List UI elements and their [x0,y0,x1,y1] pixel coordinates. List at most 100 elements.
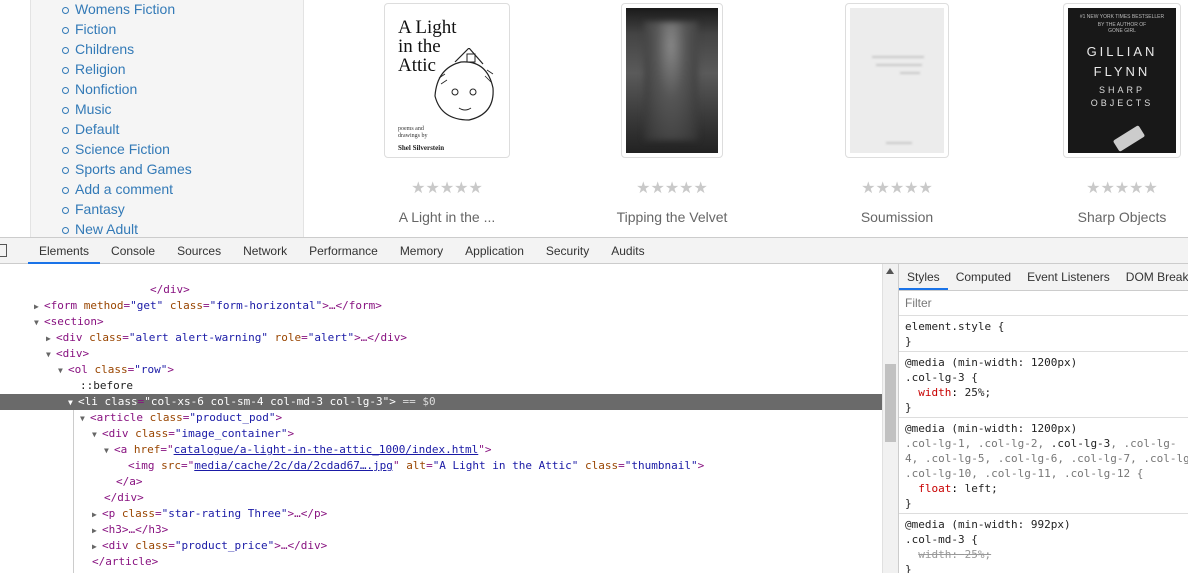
web-page: Womens Fiction Fiction Childrens Religio… [0,0,1188,237]
tab-styles[interactable]: Styles [899,264,948,290]
star-rating: ★★★★★ [636,180,708,197]
book-cover-image: #1 NEW YORK TIMES BESTSELLER BY THE AUTH… [1068,8,1176,153]
tab-application[interactable]: Application [454,238,535,264]
collapse-triangle-icon[interactable]: ▼ [92,427,102,443]
cover-title: OBJECTS [1090,98,1154,108]
styles-pane: Styles Computed Event Listeners DOM Brea… [898,264,1188,573]
styles-filter-input[interactable]: Filter [899,291,1188,316]
elements-dom-tree[interactable]: </div> ▶ <form method="get" class="form-h… [0,264,882,573]
expand-triangle-icon[interactable]: ▶ [34,299,44,315]
blurred-text [900,72,920,74]
category-link[interactable]: Nonfiction [62,79,192,99]
dom-node[interactable]: <img src="media/cache/2c/da/2cdad67….jpg… [128,458,704,474]
cover-tagline: GONE GIRL [1108,28,1136,34]
tab-audits[interactable]: Audits [600,238,655,264]
tab-computed[interactable]: Computed [948,264,1019,290]
expand-triangle-icon[interactable]: ▶ [92,507,102,523]
expand-triangle-icon[interactable]: ▶ [92,539,102,555]
href-link[interactable]: catalogue/a-light-in-the-attic_1000/inde… [174,443,479,456]
cover-tagline: #1 NEW YORK TIMES BESTSELLER [1079,14,1165,20]
tab-performance[interactable]: Performance [298,238,389,264]
dom-pseudo-node[interactable]: ::before [80,378,133,394]
book-title-link[interactable]: Tipping the Velvet [572,209,772,225]
style-rule-element[interactable]: element.style { } [899,316,1188,352]
cover-author: FLYNN [1093,64,1151,79]
collapse-triangle-icon[interactable]: ▼ [68,395,78,411]
category-link[interactable]: Science Fiction [62,139,192,159]
category-link[interactable]: Religion [62,59,192,79]
collapse-triangle-icon[interactable]: ▼ [80,411,90,427]
category-link[interactable]: Fiction [62,19,192,39]
category-link[interactable]: Sports and Games [62,159,192,179]
devtools-tab-bar: Elements Console Sources Network Perform… [0,237,1188,264]
blurred-text [876,64,922,66]
dom-node[interactable]: ▶ <p class="star-rating Three">…</p> [92,506,327,522]
book-card: #1 NEW YORK TIMES BESTSELLER BY THE AUTH… [1022,0,1188,237]
book-cover-image [850,8,944,153]
book-cover-link[interactable] [845,3,949,158]
dom-node[interactable]: ▼ <a href="catalogue/a-light-in-the-attic… [104,442,492,458]
dom-node[interactable]: ▼ <ol class="row"> [58,362,174,378]
indent-guide [73,410,74,573]
dom-node[interactable]: ▶ <div class="product_price">…</div> [92,538,327,554]
dom-node[interactable]: ▼ <div class="image_container"> [92,426,294,442]
category-link[interactable]: Childrens [62,39,192,59]
elements-scrollbar[interactable] [882,264,898,573]
razor-blade-image [1112,125,1146,152]
category-link[interactable]: Fantasy [62,199,192,219]
category-link[interactable]: Womens Fiction [62,0,192,19]
collapse-triangle-icon[interactable]: ▼ [104,443,114,459]
dom-node[interactable]: ▶ <h3>…</h3> [92,522,168,538]
tab-sources[interactable]: Sources [166,238,232,264]
tab-network[interactable]: Network [232,238,298,264]
tab-memory[interactable]: Memory [389,238,454,264]
book-card: A Light in the Attic poems and drawings by … [347,0,547,237]
scrollbar-thumb[interactable] [885,364,896,442]
style-rule-col-lg-float[interactable]: @media (min-width: 1200px) .col-lg-1, .c… [899,418,1188,514]
screen: Womens Fiction Fiction Childrens Religio… [0,0,1188,573]
book-cover-link[interactable]: #1 NEW YORK TIMES BESTSELLER BY THE AUTH… [1063,3,1181,158]
tab-security[interactable]: Security [535,238,600,264]
dom-node[interactable]: </article> [92,554,158,570]
category-link[interactable]: New Adult [62,219,192,237]
collapse-triangle-icon[interactable]: ▼ [58,363,68,379]
book-title-link[interactable]: Soumission [797,209,997,225]
expand-triangle-icon[interactable]: ▶ [46,331,56,347]
dom-node[interactable]: </div> [104,490,144,506]
book-card: ★★★★★ Soumission [797,0,997,237]
collapse-triangle-icon[interactable]: ▼ [46,347,56,363]
book-title-link[interactable]: A Light in the ... [347,209,547,225]
src-link[interactable]: media/cache/2c/da/2cdad67….jpg [194,459,393,472]
collapse-triangle-icon[interactable]: ▼ [34,315,44,331]
star-rating: ★★★★★ [411,180,483,197]
style-rule-col-lg-3[interactable]: @media (min-width: 1200px) .col-lg-3 { w… [899,352,1188,418]
tab-event-listeners[interactable]: Event Listeners [1019,264,1118,290]
dom-node[interactable]: ▼ <section> [34,314,104,330]
scroll-up-arrow-icon[interactable] [886,268,894,274]
dom-node[interactable]: </a> [116,474,143,490]
book-cover-image [626,8,718,153]
dom-node[interactable]: ▼ <article class="product_pod"> [80,410,282,426]
style-rule-col-md-3[interactable]: @media (min-width: 992px) .col-md-3 { wi… [899,514,1188,573]
book-cover-link[interactable] [621,3,723,158]
star-rating: ★★★★★ [1086,180,1158,197]
dom-node[interactable]: ▶ <form method="get" class="form-horizont… [34,298,382,314]
inspect-device-icon[interactable] [0,244,7,257]
tab-dom-breakpoints[interactable]: DOM Breakpoints [1118,264,1188,290]
book-cover-link[interactable]: A Light in the Attic poems and drawings by … [384,3,510,158]
category-link[interactable]: Music [62,99,192,119]
dom-node[interactable]: </div> [150,282,190,298]
tab-console[interactable]: Console [100,238,166,264]
dom-node[interactable]: ▼ <div> [46,346,89,362]
tab-elements[interactable]: Elements [28,238,101,264]
cover-author: GILLIAN [1086,44,1158,59]
book-title-link[interactable]: Sharp Objects [1022,209,1188,225]
devtools-tabs: Elements Console Sources Network Perform… [28,238,656,264]
cover-author: Shel Silverstein [398,144,445,152]
dom-node-selected[interactable]: ▼ <li class="col-xs-6 col-sm-4 col-md-3 c… [0,394,882,410]
dom-node[interactable]: ▶ <div class="alert alert-warning" role="… [46,330,407,346]
category-link[interactable]: Add a comment [62,179,192,199]
category-link[interactable]: Default [62,119,192,139]
book-card: ★★★★★ Tipping the Velvet [572,0,772,237]
expand-triangle-icon[interactable]: ▶ [92,523,102,539]
